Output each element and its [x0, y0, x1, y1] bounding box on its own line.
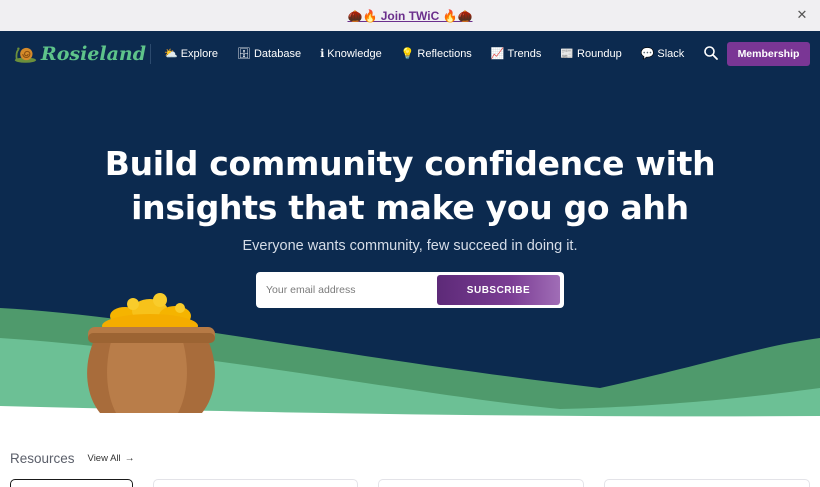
- nav-item-knowledge[interactable]: ℹ Knowledge: [320, 47, 382, 61]
- announcement-bar: 🌰🔥 Join TWiC 🔥🌰 ✕: [0, 0, 820, 31]
- nav-item-label: Reflections: [417, 47, 472, 60]
- snail-icon: [14, 46, 37, 63]
- subscribe-form: SUBSCRIBE: [256, 272, 564, 308]
- resource-card[interactable]: [378, 479, 584, 487]
- nav-item-label: Roundup: [577, 47, 622, 60]
- hero-title: Build community confidence with insights…: [0, 142, 820, 230]
- nav-item-label: Explore: [180, 47, 218, 60]
- hero-section: Build community confidence with insights…: [0, 76, 820, 421]
- nav-item-database[interactable]: 🗄 Database: [237, 47, 302, 61]
- view-all-label: View All: [87, 453, 121, 464]
- close-icon[interactable]: ✕: [794, 7, 810, 23]
- resource-card[interactable]: [604, 479, 810, 487]
- nav-item-label: Slack: [657, 47, 685, 60]
- nav-item-label: Database: [253, 47, 302, 60]
- view-all-link[interactable]: View All →: [88, 453, 135, 464]
- nav-item-slack[interactable]: 💬 Slack: [640, 47, 685, 61]
- nav-item-reflections[interactable]: 💡 Reflections: [400, 47, 472, 61]
- lightbulb-icon: 💡: [400, 48, 415, 60]
- resource-card[interactable]: [153, 479, 358, 487]
- hero-subtitle: Everyone wants community, few succeed in…: [242, 238, 578, 254]
- join-twic-link[interactable]: 🌰🔥 Join TWiC 🔥🌰: [348, 9, 473, 23]
- info-icon: ℹ: [320, 48, 325, 60]
- nav-item-label: Trends: [507, 47, 542, 60]
- resources-header: Resources View All →: [10, 451, 135, 466]
- sun-cloud-icon: ⛅: [164, 48, 178, 60]
- resources-title: Resources: [10, 451, 75, 466]
- pot-of-gold-icon: [87, 293, 215, 413]
- hero-title-line: Build community confidence with: [104, 144, 716, 183]
- resource-card[interactable]: [10, 479, 133, 487]
- nav-item-explore[interactable]: ⛅ Explore: [164, 47, 218, 61]
- subscribe-button[interactable]: SUBSCRIBE: [437, 275, 560, 305]
- chart-icon: 📈: [490, 48, 505, 60]
- nav-item-trends[interactable]: 📈 Trends: [490, 47, 542, 61]
- brand-logo[interactable]: Rosieland: [14, 43, 146, 65]
- nav-item-roundup[interactable]: 📰 Roundup: [560, 47, 622, 61]
- main-nav: Rosieland ⛅ Explore 🗄 Database ℹ Knowled…: [0, 31, 820, 76]
- nav-items: ⛅ Explore 🗄 Database ℹ Knowledge 💡 Refle…: [164, 47, 703, 61]
- brand-name: Rosieland: [40, 42, 146, 65]
- nav-item-label: Knowledge: [327, 47, 382, 60]
- search-icon[interactable]: [703, 45, 719, 61]
- nav-divider: [150, 43, 151, 64]
- membership-button[interactable]: Membership: [727, 42, 810, 66]
- hero-title-line: insights that make you go ahh: [131, 188, 689, 227]
- email-field[interactable]: [260, 276, 436, 304]
- speech-bubble-icon: 💬: [640, 48, 655, 60]
- newspaper-icon: 📰: [560, 48, 575, 60]
- arrow-right-icon: →: [124, 453, 135, 464]
- database-icon: 🗄: [237, 48, 251, 60]
